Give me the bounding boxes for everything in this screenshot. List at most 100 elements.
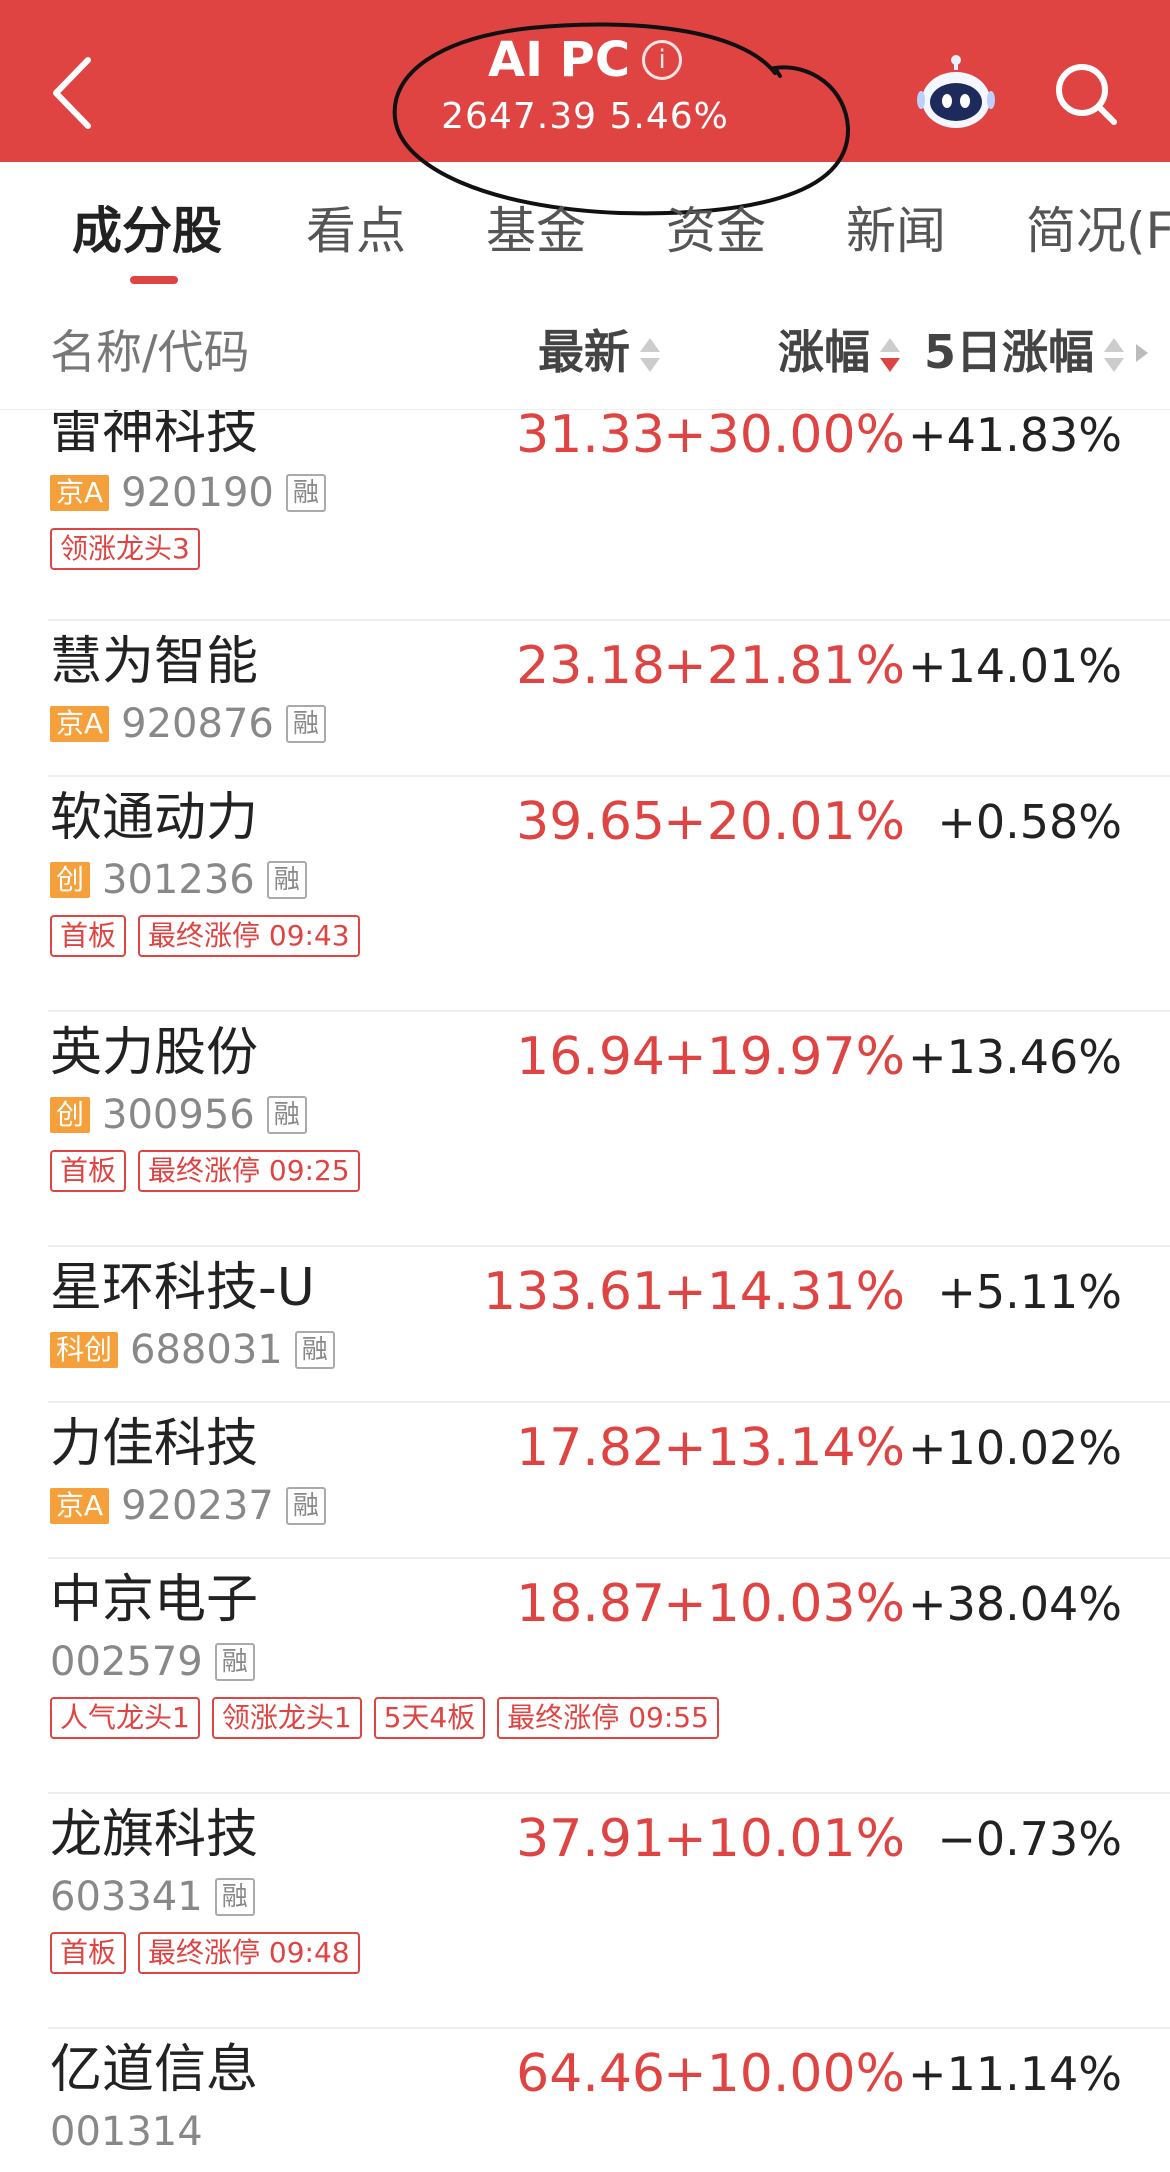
- stock-name: 英力股份: [50, 1023, 259, 1083]
- stock-row[interactable]: 亿道信息 001314 64.46 +10.00% +11.14%: [0, 2029, 1170, 2172]
- stock-row[interactable]: 龙旗科技 603341 融首板 最终涨停 09:48 37.91 +10.01% −0.73…: [0, 1794, 1170, 2029]
- stock-row[interactable]: 雷神科技 京A 920190 融领涨龙头3 31.33 +30.00% +41.83%: [0, 410, 1170, 621]
- search-icon[interactable]: [1050, 58, 1122, 130]
- tab-bar: 成分股 看点 基金 资金 新闻 简况(F: [0, 162, 1170, 292]
- stock-code-line: 京A 920190 融: [50, 470, 326, 516]
- back-icon[interactable]: [40, 48, 110, 138]
- five-day-change: +11.14%: [908, 2047, 1122, 2101]
- margin-badge: 融: [285, 705, 326, 743]
- top-bar: AI PC i 2647.39 5.46%: [0, 0, 1170, 162]
- stock-row[interactable]: 中京电子 002579 融人气龙头1 领涨龙头1 5天4板 最终涨停 09:55 18.87…: [0, 1559, 1170, 1794]
- stock-code-line: 创 300956 融: [50, 1092, 307, 1138]
- title-block[interactable]: AI PC i 2647.39 5.46%: [400, 28, 770, 142]
- margin-badge: 融: [285, 1487, 326, 1525]
- stock-row[interactable]: 星环科技-U 科创 688031 融 133.61 +14.31% +5.11%: [0, 1247, 1170, 1403]
- margin-badge: 融: [266, 861, 307, 899]
- change-percent: +13.14%: [663, 1418, 905, 1478]
- five-day-change: +14.01%: [908, 639, 1122, 693]
- latest-price: 39.65: [516, 792, 665, 852]
- index-title: AI PC i: [487, 28, 683, 92]
- market-badge: 创: [50, 862, 91, 898]
- stock-tag[interactable]: 最终涨停 09:25: [138, 1150, 360, 1192]
- tag-list: 首板 最终涨停 09:48: [50, 1932, 360, 1974]
- stock-tag[interactable]: 人气龙头1: [50, 1697, 200, 1739]
- latest-price: 31.33: [516, 410, 665, 465]
- sort-icon: [1102, 336, 1126, 376]
- market-badge: 京A: [50, 1488, 110, 1524]
- change-percent: +10.01%: [663, 1809, 905, 1869]
- five-day-change: +0.58%: [937, 795, 1122, 849]
- stock-name: 星环科技-U: [50, 1258, 315, 1318]
- stock-code-line: 001314: [50, 2109, 203, 2155]
- latest-price: 17.82: [516, 1418, 665, 1478]
- stock-code-line: 京A 920876 融: [50, 701, 326, 747]
- tab-news[interactable]: 新闻: [846, 196, 946, 266]
- column-change[interactable]: 涨幅: [778, 322, 902, 382]
- change-percent: +19.97%: [663, 1027, 905, 1087]
- margin-badge: 融: [285, 474, 326, 512]
- five-day-change: +41.83%: [908, 410, 1122, 462]
- robot-assistant-icon[interactable]: [916, 54, 996, 134]
- stock-code: 920190: [121, 470, 274, 516]
- change-percent: +10.03%: [663, 1574, 905, 1634]
- info-icon[interactable]: i: [642, 40, 683, 80]
- stock-tag[interactable]: 最终涨停 09:48: [138, 1932, 360, 1974]
- margin-badge: 融: [294, 1331, 335, 1369]
- stock-code: 002579: [50, 1639, 203, 1685]
- market-badge: 创: [50, 1097, 91, 1133]
- latest-price: 23.18: [516, 636, 665, 696]
- stock-code: 001314: [50, 2109, 203, 2155]
- change-percent: +21.81%: [663, 636, 905, 696]
- latest-price: 18.87: [516, 1574, 665, 1634]
- five-day-change: −0.73%: [937, 1812, 1122, 1866]
- index-quote: 2647.39 5.46%: [400, 92, 770, 142]
- stock-code: 603341: [50, 1874, 203, 1920]
- column-latest[interactable]: 最新: [538, 322, 662, 382]
- change-percent: +10.00%: [663, 2044, 905, 2104]
- latest-price: 37.91: [516, 1809, 665, 1869]
- tab-highlights[interactable]: 看点: [306, 196, 406, 266]
- tab-capital[interactable]: 资金: [666, 196, 766, 266]
- stock-tag[interactable]: 5天4板: [373, 1697, 486, 1739]
- tab-profile[interactable]: 简况(F: [1026, 196, 1170, 266]
- column-five-day-label: 5日涨幅: [926, 325, 1094, 379]
- latest-price: 133.61: [483, 1262, 665, 1322]
- sort-icon: [638, 336, 662, 376]
- stock-tag[interactable]: 领涨龙头3: [50, 528, 200, 570]
- stock-row[interactable]: 英力股份创 300956 融首板 最终涨停 09:25 16.94 +19.97% +13.…: [0, 1012, 1170, 1247]
- stock-name: 龙旗科技: [50, 1805, 259, 1865]
- stock-tag[interactable]: 首板: [50, 915, 127, 957]
- stock-row[interactable]: 软通动力创 301236 融首板 最终涨停 09:43 39.65 +20.01% +0.5…: [0, 777, 1170, 1012]
- stock-tag[interactable]: 最终涨停 09:55: [497, 1697, 719, 1739]
- stock-name: 软通动力: [50, 788, 259, 848]
- tab-funds[interactable]: 基金: [486, 196, 586, 266]
- stock-code-line: 002579 融: [50, 1639, 255, 1685]
- stock-tag[interactable]: 领涨龙头1: [211, 1697, 362, 1739]
- tab-constituents[interactable]: 成分股: [72, 196, 222, 266]
- stock-row[interactable]: 慧为智能 京A 920876 融 23.18 +21.81% +14.01%: [0, 621, 1170, 777]
- stock-code-line: 科创 688031 融: [50, 1327, 335, 1373]
- stock-code-line: 京A 920237 融: [50, 1483, 326, 1529]
- stock-code: 920876: [121, 701, 274, 747]
- latest-price: 16.94: [516, 1027, 665, 1087]
- stock-name: 慧为智能: [50, 632, 259, 692]
- stock-name: 中京电子: [50, 1570, 259, 1630]
- stock-code: 300956: [102, 1092, 255, 1138]
- stock-code-line: 创 301236 融: [50, 857, 307, 903]
- index-name: AI PC: [487, 32, 631, 88]
- stock-code: 688031: [130, 1327, 283, 1373]
- tag-list: 首板 最终涨停 09:25: [50, 1150, 360, 1192]
- five-day-change: +5.11%: [937, 1265, 1122, 1319]
- scroll-right-icon[interactable]: [1136, 344, 1148, 362]
- column-five-day[interactable]: 5日涨幅: [926, 322, 1126, 382]
- five-day-change: +38.04%: [908, 1577, 1122, 1631]
- five-day-change: +13.46%: [908, 1030, 1122, 1084]
- stock-row[interactable]: 力佳科技 京A 920237 融 17.82 +13.14% +10.02%: [0, 1403, 1170, 1559]
- stock-tag[interactable]: 首板: [50, 1150, 127, 1192]
- column-change-label: 涨幅: [778, 325, 870, 379]
- stock-code: 301236: [102, 857, 255, 903]
- stock-tag[interactable]: 最终涨停 09:43: [138, 915, 360, 957]
- market-badge: 科创: [50, 1332, 119, 1368]
- stock-tag[interactable]: 首板: [50, 1932, 127, 1974]
- five-day-change: +10.02%: [908, 1421, 1122, 1475]
